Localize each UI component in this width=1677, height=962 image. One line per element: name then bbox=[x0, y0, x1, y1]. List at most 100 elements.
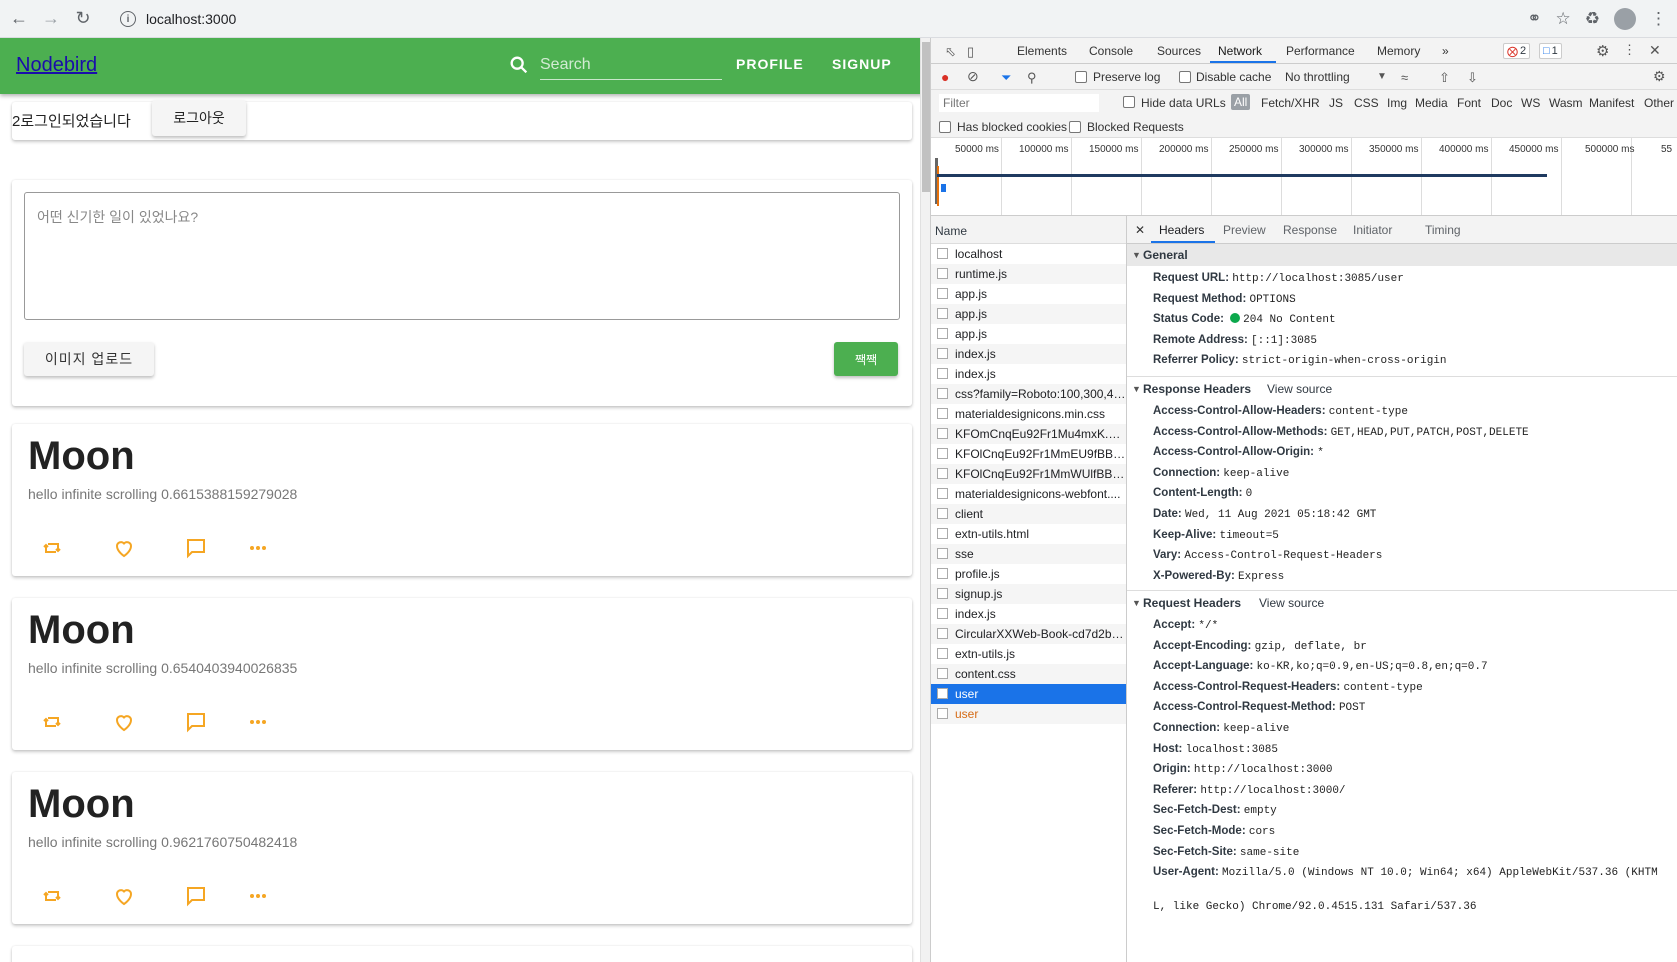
filter-type-wasm[interactable]: Wasm bbox=[1549, 96, 1583, 110]
export-har-icon[interactable]: ⇩ bbox=[1467, 70, 1478, 86]
gear-icon[interactable]: ⚙ bbox=[1596, 42, 1609, 60]
request-row[interactable]: index.js bbox=[931, 344, 1126, 364]
error-badge[interactable]: ⨂ 2 bbox=[1503, 43, 1531, 59]
search-input[interactable] bbox=[540, 50, 722, 80]
dropdown-arrow-icon[interactable]: ▼ bbox=[1377, 71, 1387, 82]
view-source-link[interactable]: View source bbox=[1259, 592, 1324, 614]
request-row[interactable]: profile.js bbox=[931, 564, 1126, 584]
has-blocked-cookies-checkbox[interactable] bbox=[939, 121, 951, 133]
image-upload-button[interactable]: 이미지 업로드 bbox=[24, 342, 154, 376]
filter-input[interactable] bbox=[939, 94, 1099, 112]
submit-post-button[interactable]: 짹짹 bbox=[834, 342, 898, 376]
retweet-icon[interactable] bbox=[40, 710, 64, 734]
inspect-icon[interactable]: ⬁ bbox=[945, 44, 956, 60]
request-row[interactable]: KFOmCnqEu92Fr1Mu4mxK.wo... bbox=[931, 424, 1126, 444]
filter-type-fetch[interactable]: Fetch/XHR bbox=[1261, 96, 1320, 110]
heart-icon[interactable] bbox=[112, 536, 136, 560]
filter-type-css[interactable]: CSS bbox=[1354, 96, 1379, 110]
disable-cache-checkbox[interactable] bbox=[1179, 71, 1191, 83]
request-row[interactable]: KFOlCnqEu92Fr1MmWUlfBBc... bbox=[931, 464, 1126, 484]
page-scrollbar[interactable] bbox=[920, 38, 930, 962]
more-tabs-icon[interactable]: » bbox=[1442, 44, 1449, 58]
request-headers-section-header[interactable]: ▼ Request Headers View source bbox=[1127, 592, 1677, 614]
more-icon[interactable] bbox=[246, 536, 270, 560]
post-textarea[interactable]: 어떤 신기한 일이 있었나요? bbox=[24, 192, 900, 320]
tab-performance[interactable]: Performance bbox=[1286, 44, 1355, 58]
filter-icon[interactable]: ⏷ bbox=[1001, 70, 1011, 86]
comment-icon[interactable] bbox=[184, 710, 208, 734]
nav-profile-button[interactable]: PROFILE bbox=[736, 56, 804, 72]
general-section-header[interactable]: ▼ General bbox=[1127, 244, 1677, 266]
tab-headers[interactable]: Headers bbox=[1159, 223, 1204, 237]
retweet-icon[interactable] bbox=[40, 884, 64, 908]
extensions-icon[interactable]: ♻ bbox=[1585, 9, 1600, 29]
request-row[interactable]: materialdesignicons-webfont.... bbox=[931, 484, 1126, 504]
request-row[interactable]: app.js bbox=[931, 324, 1126, 344]
tab-response[interactable]: Response bbox=[1283, 223, 1337, 237]
blocked-requests-checkbox[interactable] bbox=[1069, 121, 1081, 133]
request-row[interactable]: css?family=Roboto:100,300,400,... bbox=[931, 384, 1126, 404]
tab-network[interactable]: Network bbox=[1218, 44, 1262, 58]
heart-icon[interactable] bbox=[112, 884, 136, 908]
filter-type-img[interactable]: Img bbox=[1387, 96, 1407, 110]
tab-timing[interactable]: Timing bbox=[1425, 223, 1461, 237]
filter-type-font[interactable]: Font bbox=[1457, 96, 1481, 110]
request-row[interactable]: signup.js bbox=[931, 584, 1126, 604]
request-row[interactable]: user bbox=[931, 684, 1126, 704]
more-icon[interactable] bbox=[246, 710, 270, 734]
filter-type-all[interactable]: All bbox=[1231, 94, 1251, 110]
tab-initiator[interactable]: Initiator bbox=[1353, 223, 1392, 237]
hide-data-urls-checkbox[interactable] bbox=[1123, 96, 1135, 108]
request-row[interactable]: index.js bbox=[931, 364, 1126, 384]
request-row[interactable]: extn-utils.html bbox=[931, 524, 1126, 544]
forward-icon[interactable]: → bbox=[38, 6, 64, 32]
filter-type-doc[interactable]: Doc bbox=[1491, 96, 1512, 110]
throttling-select[interactable]: No throttling bbox=[1285, 70, 1350, 84]
tab-elements[interactable]: Elements bbox=[1017, 44, 1067, 58]
info-icon[interactable]: i bbox=[120, 11, 136, 27]
profile-avatar[interactable] bbox=[1614, 8, 1636, 30]
request-row[interactable]: app.js bbox=[931, 284, 1126, 304]
request-row[interactable]: sse bbox=[931, 544, 1126, 564]
logout-button[interactable]: 로그아웃 bbox=[152, 100, 246, 136]
search-icon[interactable]: ⚲ bbox=[1027, 70, 1037, 86]
response-headers-section-header[interactable]: ▼ Response Headers View source bbox=[1127, 378, 1677, 400]
menu-icon[interactable]: ⋮ bbox=[1650, 9, 1667, 29]
reload-icon[interactable]: ↻ bbox=[70, 6, 96, 32]
request-row[interactable]: CircularXXWeb-Book-cd7d2bc... bbox=[931, 624, 1126, 644]
retweet-icon[interactable] bbox=[40, 536, 64, 560]
filter-type-manifest[interactable]: Manifest bbox=[1589, 96, 1634, 110]
tab-console[interactable]: Console bbox=[1089, 44, 1133, 58]
tab-preview[interactable]: Preview bbox=[1223, 223, 1266, 237]
tab-sources[interactable]: Sources bbox=[1157, 44, 1201, 58]
network-settings-icon[interactable]: ⚙ bbox=[1653, 68, 1666, 85]
request-row[interactable]: user bbox=[931, 704, 1126, 724]
view-source-link[interactable]: View source bbox=[1267, 378, 1332, 400]
name-column-header[interactable]: Name bbox=[931, 216, 1126, 244]
close-details-icon[interactable]: ✕ bbox=[1135, 223, 1145, 237]
request-row[interactable]: client bbox=[931, 504, 1126, 524]
more-icon[interactable] bbox=[246, 884, 270, 908]
request-row[interactable]: index.js bbox=[931, 604, 1126, 624]
request-row[interactable]: runtime.js bbox=[931, 264, 1126, 284]
filter-type-ws[interactable]: WS bbox=[1521, 96, 1540, 110]
request-row[interactable]: content.css bbox=[931, 664, 1126, 684]
request-row[interactable]: materialdesignicons.min.css bbox=[931, 404, 1126, 424]
clear-icon[interactable]: ⊘ bbox=[967, 68, 979, 85]
back-icon[interactable]: ← bbox=[6, 6, 32, 32]
preserve-log-checkbox[interactable] bbox=[1075, 71, 1087, 83]
request-row[interactable]: extn-utils.js bbox=[931, 644, 1126, 664]
brand-link[interactable]: Nodebird bbox=[16, 54, 97, 77]
close-icon[interactable]: ✕ bbox=[1649, 42, 1661, 59]
request-row[interactable]: localhost bbox=[931, 244, 1126, 264]
filter-type-js[interactable]: JS bbox=[1329, 96, 1343, 110]
comment-icon[interactable] bbox=[184, 884, 208, 908]
record-icon[interactable]: ● bbox=[941, 69, 949, 85]
nav-signup-button[interactable]: SIGNUP bbox=[832, 56, 892, 72]
device-toggle-icon[interactable]: ▯ bbox=[967, 44, 974, 60]
network-conditions-icon[interactable]: ≈ bbox=[1401, 70, 1408, 85]
url-text[interactable]: localhost:3000 bbox=[146, 11, 236, 27]
filter-type-media[interactable]: Media bbox=[1415, 96, 1448, 110]
message-badge[interactable]: □ 1 bbox=[1539, 43, 1562, 59]
filter-type-other[interactable]: Other bbox=[1644, 96, 1674, 110]
